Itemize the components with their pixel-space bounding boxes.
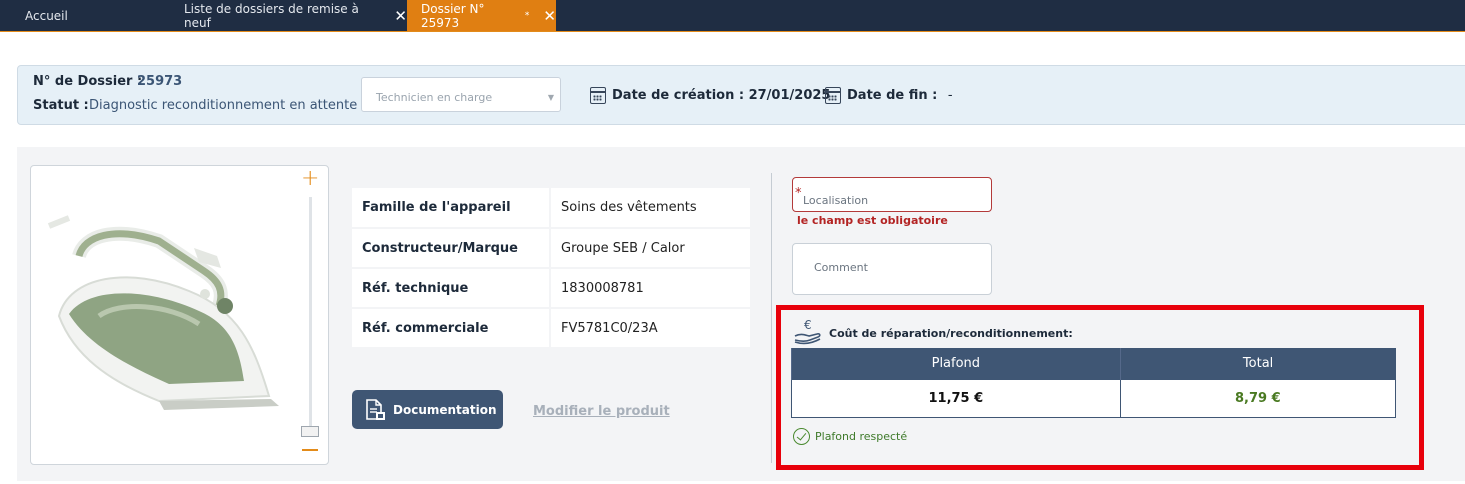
zoom-in-icon[interactable]: +	[301, 168, 319, 190]
column-divider	[771, 173, 772, 463]
tab-dossier-label: Dossier N° 25973	[421, 1, 485, 30]
documentation-label: Documentation	[393, 402, 497, 417]
tab-liste-label: Liste de dossiers de remise à neuf	[184, 1, 359, 30]
technicien-placeholder: Technicien en charge	[376, 91, 493, 104]
unsaved-marker: *	[524, 10, 530, 21]
tab-accueil-label: Accueil	[25, 8, 68, 23]
spec-value: Soins des vêtements	[550, 188, 750, 229]
modifier-produit-link[interactable]: Modifier le produit	[533, 404, 670, 419]
spec-value: FV5781C0/23A	[550, 308, 750, 349]
product-image	[47, 215, 279, 410]
technicien-select[interactable]: Technicien en charge ▼	[361, 77, 561, 112]
product-panel: + Famille de l'appareil Soins des vêteme…	[17, 147, 1465, 481]
localisation-error: le champ est obligatoire	[797, 214, 948, 227]
documentation-button[interactable]: Documentation	[352, 390, 503, 429]
spec-key: Famille de l'appareil	[352, 188, 551, 229]
product-spec-table: Famille de l'appareil Soins des vêtement…	[352, 188, 750, 349]
table-row: Constructeur/Marque Groupe SEB / Calor	[352, 228, 750, 269]
cost-table: Plafond Total 11,75 € 8,79 €	[791, 348, 1397, 418]
spec-key: Réf. commerciale	[352, 308, 551, 349]
tab-accueil[interactable]: Accueil	[0, 0, 160, 31]
svg-text:€: €	[804, 318, 812, 332]
tab-liste-dossiers[interactable]: Liste de dossiers de remise à neuf ✕	[160, 0, 407, 31]
euro-hand-icon: €	[794, 318, 821, 345]
chevron-down-icon: ▼	[547, 93, 554, 102]
total-value: 8,79 €	[1119, 378, 1397, 418]
comment-placeholder: Comment	[814, 261, 868, 274]
plafond-value: 11,75 €	[791, 378, 1121, 418]
spec-value: Groupe SEB / Calor	[550, 228, 750, 269]
dossier-number-value: 25973	[137, 74, 183, 89]
date-fin-value: -	[947, 88, 953, 103]
col-plafond: Plafond	[791, 348, 1121, 379]
plafond-status-text: Plafond respecté	[815, 430, 908, 443]
cost-section: € Coût de réparation/reconditionnement: …	[776, 305, 1424, 470]
spec-key: Constructeur/Marque	[352, 228, 551, 269]
zoom-out-icon[interactable]	[302, 449, 318, 451]
check-circle-icon	[793, 428, 810, 445]
localisation-input[interactable]: * Localisation	[792, 177, 992, 212]
cost-title: Coût de réparation/reconditionnement:	[829, 327, 1073, 340]
close-icon[interactable]: ✕	[543, 7, 556, 25]
required-marker: *	[795, 186, 802, 201]
table-header-row: Plafond Total	[791, 348, 1396, 379]
document-icon	[366, 398, 385, 420]
table-row: Réf. commerciale FV5781C0/23A	[352, 308, 750, 349]
dossier-header: N° de Dossier : 25973 Statut : Diagnosti…	[17, 65, 1465, 125]
date-creation: Date de création : 27/01/2025	[612, 88, 830, 103]
table-row: Réf. technique 1830008781	[352, 268, 750, 309]
date-fin: Date de fin : -	[847, 88, 953, 103]
date-creation-value: 27/01/2025	[748, 88, 831, 103]
tab-bar: Accueil Liste de dossiers de remise à ne…	[0, 0, 1465, 32]
product-image-card: +	[30, 165, 329, 465]
calendar-icon	[590, 87, 606, 104]
dossier-number-label: N° de Dossier :	[33, 74, 143, 89]
zoom-slider-track[interactable]	[309, 197, 312, 429]
date-creation-label: Date de création :	[612, 88, 745, 103]
spec-value: 1830008781	[550, 268, 750, 309]
statut-label: Statut :	[33, 98, 89, 113]
table-row: Famille de l'appareil Soins des vêtement…	[352, 188, 750, 229]
zoom-slider-handle[interactable]	[301, 426, 319, 437]
table-row: 11,75 € 8,79 €	[791, 378, 1397, 418]
statut-value: Diagnostic reconditionnement en attente	[89, 98, 358, 113]
localisation-placeholder: Localisation	[803, 194, 869, 207]
plafond-status: Plafond respecté	[793, 428, 907, 445]
close-icon[interactable]: ✕	[394, 7, 407, 25]
col-total: Total	[1119, 348, 1396, 379]
calendar-icon	[825, 87, 841, 104]
spec-key: Réf. technique	[352, 268, 551, 309]
comment-input[interactable]: Comment	[792, 243, 992, 295]
tab-dossier-active[interactable]: Dossier N° 25973 * ✕	[407, 0, 556, 31]
date-fin-label: Date de fin :	[847, 88, 938, 103]
